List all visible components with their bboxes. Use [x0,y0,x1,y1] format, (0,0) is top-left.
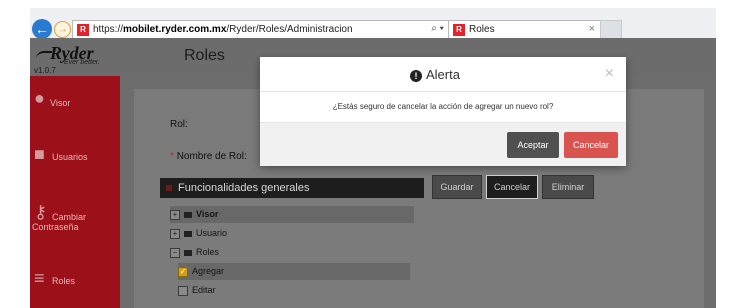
folder-icon [184,211,192,218]
sidebar-item-cambiar-contrasena[interactable]: ⚷ Cambiar Contraseña [30,202,120,232]
rol-label: Rol: [170,119,188,130]
guardar-button[interactable]: Guardar [432,175,482,199]
modal-footer: Aceptar Cancelar [260,122,626,166]
folder-icon [184,230,192,237]
screenshot-frame: ← → R https://mobilet.ryder.com.mx/Ryder… [0,0,746,308]
cancelar-button[interactable]: Cancelar [486,175,538,199]
nombre-rol-text: Nombre de Rol: [176,151,247,162]
expand-toggle-icon[interactable]: + [170,209,180,220]
tab-close-icon[interactable]: × [589,23,595,35]
folder-open-icon [184,249,192,256]
expand-toggle-icon[interactable]: + [170,228,180,239]
list-icon: ≡ [34,268,45,288]
app-version: v1.0.7 [34,66,56,75]
modal-cancelar-button[interactable]: Cancelar [564,132,618,158]
sidebar-item-usuarios[interactable]: ■ Usuarios [30,144,120,168]
map-pin-icon: ● [34,88,45,108]
sidebar-item-visor[interactable]: ● Visor [30,88,120,112]
aceptar-button[interactable]: Aceptar [507,132,559,158]
ryder-logo: Ryder Ever better. [36,43,116,66]
address-bar[interactable]: R https://mobilet.ryder.com.mx/Ryder/Rol… [72,20,474,40]
tree-item-editar[interactable]: Editar [178,282,216,299]
tree-item-label: Visor [196,209,219,219]
funcionalidades-header: Funcionalidades generales [160,178,424,198]
browser-chrome: ← → R https://mobilet.ryder.com.mx/Ryder… [30,8,716,40]
functionality-tree: + Visor + Usuario − Roles ✓ Agregar Editar [160,198,424,298]
modal-title-text: Alerta [426,67,460,82]
eliminar-button[interactable]: Eliminar [542,175,594,199]
tree-item-label: Usuario [196,228,228,238]
ryder-favicon-icon: R [77,24,89,36]
url-prefix: https:// [93,24,124,35]
sidebar-item-label: Roles [52,276,76,286]
sidebar-item-label: Visor [50,98,71,108]
tree-item-roles[interactable]: − Roles [170,244,219,261]
funcionalidades-panel: Funcionalidades generales + Visor + Usuari… [160,178,424,298]
modal-message: ¿Estás seguro de cancelar la acción de a… [332,102,554,111]
tree-item-label: Editar [192,285,216,295]
modal-title: ! Alerta [410,67,460,82]
funcionalidades-title: Funcionalidades generales [178,182,310,194]
sidebar-item-label: Cambiar Contraseña [32,212,87,232]
logo-tagline: Ever better. [64,59,100,66]
url-domain: mobilet.ryder.com.mx [123,24,227,35]
checked-checkbox-icon[interactable]: ✓ [178,266,188,277]
sidebar-item-roles[interactable]: ≡ Roles [30,268,120,292]
required-mark: * [170,151,174,162]
tree-item-visor[interactable]: + Visor [170,206,414,223]
alert-modal: ! Alerta × ¿Estás seguro de cancelar la a… [260,57,626,166]
tree-item-agregar[interactable]: ✓ Agregar [178,263,410,280]
tree-item-usuario[interactable]: + Usuario [170,225,227,242]
sidebar-item-label: Usuarios [52,152,88,162]
forward-arrow-icon[interactable]: → [54,21,71,38]
modal-header: ! Alerta × [260,57,626,92]
users-icon: ■ [34,144,45,164]
tab-favicon-icon: R [453,24,465,36]
checkbox-icon[interactable] [178,285,188,296]
url-path: /Ryder/Roles/Administracion [226,24,353,35]
tree-item-label: Roles [196,247,220,257]
alert-icon: ! [410,69,422,82]
nombre-rol-label: * Nombre de Rol: [170,151,247,162]
address-url[interactable]: https://mobilet.ryder.com.mx/Ryder/Roles… [93,24,353,35]
tree-item-label: Agregar [192,266,225,276]
back-arrow-icon[interactable]: ← [32,19,52,39]
browser-tab-roles[interactable]: R Roles × [448,20,602,39]
tab-title: Roles [469,24,495,35]
collapse-toggle-icon[interactable]: − [170,247,180,258]
close-icon[interactable]: × [605,65,614,83]
section-marker-icon [166,185,172,192]
page-title: Roles [184,47,225,64]
sidebar: ● Visor ■ Usuarios ⚷ Cambiar Contraseña … [30,76,120,308]
new-tab-button[interactable] [600,20,622,39]
